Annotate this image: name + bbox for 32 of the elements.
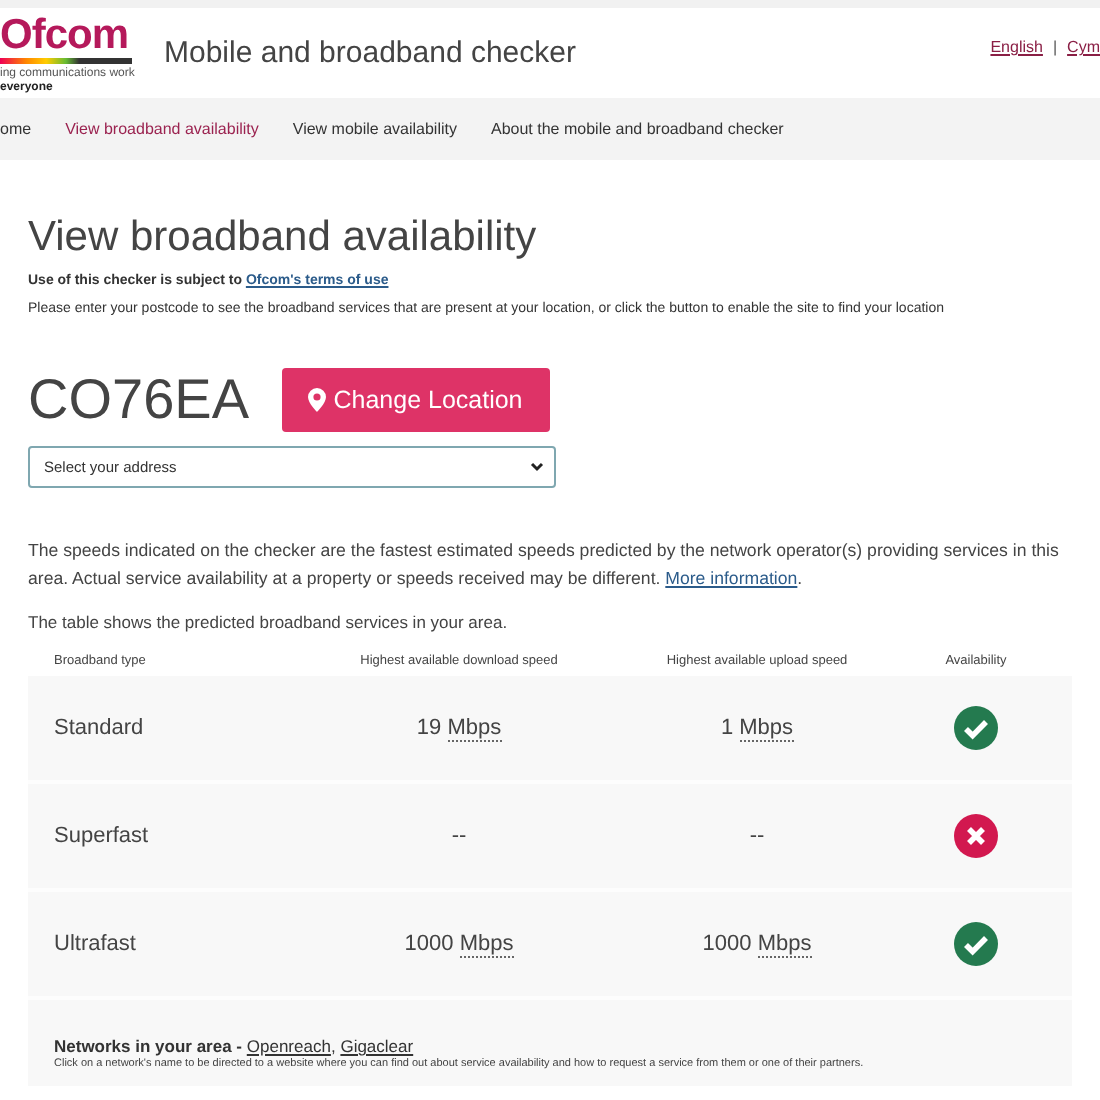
site-title: Mobile and broadband checker — [164, 36, 578, 70]
nav-link[interactable]: View broadband availability — [65, 120, 259, 138]
nav-link[interactable]: About the mobile and broadband checker — [491, 120, 784, 138]
postcode: CO76EA — [28, 368, 249, 432]
language-link[interactable]: Cym — [1067, 38, 1100, 56]
download-speed: -- — [449, 824, 469, 848]
check-icon — [954, 922, 998, 966]
more-information-link[interactable]: More information — [665, 568, 798, 588]
download-speed: 1000 Mbps — [402, 932, 516, 956]
check-icon — [954, 706, 998, 750]
upload-speed: -- — [747, 824, 767, 848]
network-link[interactable]: Openreach — [246, 1036, 331, 1056]
networks-text: Networks in your area - Openreach, Gigaclear — [54, 1036, 416, 1056]
upload-speed: 1 Mbps — [718, 716, 796, 740]
map-pin-icon — [307, 388, 326, 412]
page-heading: View broadband availability — [28, 214, 539, 262]
broadband-type: Superfast — [54, 824, 151, 848]
language-link[interactable]: English — [990, 38, 1043, 56]
change-location-button[interactable]: Change Location — [281, 368, 549, 432]
table-intro: The table shows the predicted broadband services in your area. — [28, 612, 510, 632]
period: . — [797, 568, 803, 588]
network-link[interactable]: Gigaclear — [340, 1036, 414, 1056]
chevron-down-icon — [530, 462, 544, 472]
nav-link[interactable]: View mobile availability — [292, 120, 457, 138]
separator: | — [1052, 38, 1058, 56]
broadband-type: Standard — [54, 716, 146, 740]
cross-icon — [954, 814, 998, 858]
download-speed: 19 Mbps — [414, 716, 504, 740]
upload-speed: 1000 Mbps — [700, 932, 814, 956]
broadband-type: Ultrafast — [54, 932, 138, 956]
disclaimer-text: The speeds indicated on the checker are the fastest estimated speeds predicted by the network operator(s) providing services in this area. Actual service availability at a property or speeds received may be different. More information. — [28, 538, 1061, 592]
nav-link[interactable]: ome — [0, 120, 32, 138]
